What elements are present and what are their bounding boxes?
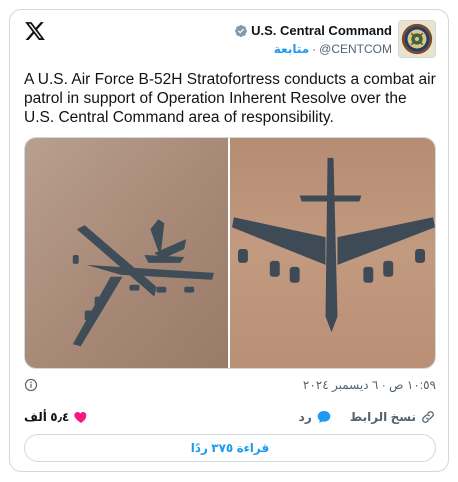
author-text: U.S. Central Command متابعة · @CENTCOM bbox=[234, 20, 392, 64]
reply-label: رد bbox=[298, 410, 312, 424]
copy-link-label: نسخ الرابط bbox=[349, 410, 416, 424]
action-bar: نسخ الرابط رد ٥٫٤ ألف bbox=[24, 408, 436, 426]
media-grid bbox=[24, 137, 436, 369]
b52-underside-photo bbox=[230, 138, 435, 368]
tweet-card: U.S. Central Command متابعة · @CENTCOM A… bbox=[9, 9, 449, 472]
tweet-timestamp[interactable]: ١٠:٥٩ ص · ٦ ديسمبر ٢٠٢٤ bbox=[303, 378, 436, 392]
reply-bubble-icon bbox=[317, 411, 331, 423]
photo-right[interactable] bbox=[230, 138, 435, 368]
timestamp-row: ١٠:٥٩ ص · ٦ ديسمبر ٢٠٢٤ bbox=[24, 377, 436, 393]
verified-badge-icon bbox=[235, 24, 248, 37]
tweet-text: A U.S. Air Force B-52H Stratofortress co… bbox=[24, 71, 436, 126]
reply-button[interactable]: رد bbox=[299, 409, 332, 425]
copy-link-button[interactable]: نسخ الرابط bbox=[350, 409, 436, 425]
avatar[interactable] bbox=[398, 20, 436, 58]
photo-left[interactable] bbox=[25, 138, 229, 368]
like-button[interactable]: ٥٫٤ ألف bbox=[24, 409, 89, 425]
link-icon bbox=[422, 411, 434, 423]
author-header[interactable]: U.S. Central Command متابعة · @CENTCOM bbox=[234, 20, 436, 64]
heart-icon bbox=[74, 412, 87, 423]
info-icon[interactable] bbox=[24, 378, 38, 392]
b52-oblique-photo bbox=[25, 138, 229, 368]
meta-row: متابعة · @CENTCOM bbox=[234, 42, 392, 56]
likes-count: ٥٫٤ ألف bbox=[24, 410, 70, 424]
read-replies-button[interactable]: قراءة ٣٧٥ ردًا bbox=[24, 434, 436, 462]
centcom-seal-icon bbox=[399, 21, 435, 57]
x-logo-icon[interactable] bbox=[24, 20, 46, 42]
follow-button[interactable]: متابعة bbox=[274, 42, 309, 56]
separator-dot: · bbox=[312, 42, 317, 56]
author-name[interactable]: U.S. Central Command bbox=[251, 23, 392, 38]
author-handle[interactable]: @CENTCOM bbox=[319, 42, 392, 56]
name-row: U.S. Central Command bbox=[234, 23, 392, 38]
